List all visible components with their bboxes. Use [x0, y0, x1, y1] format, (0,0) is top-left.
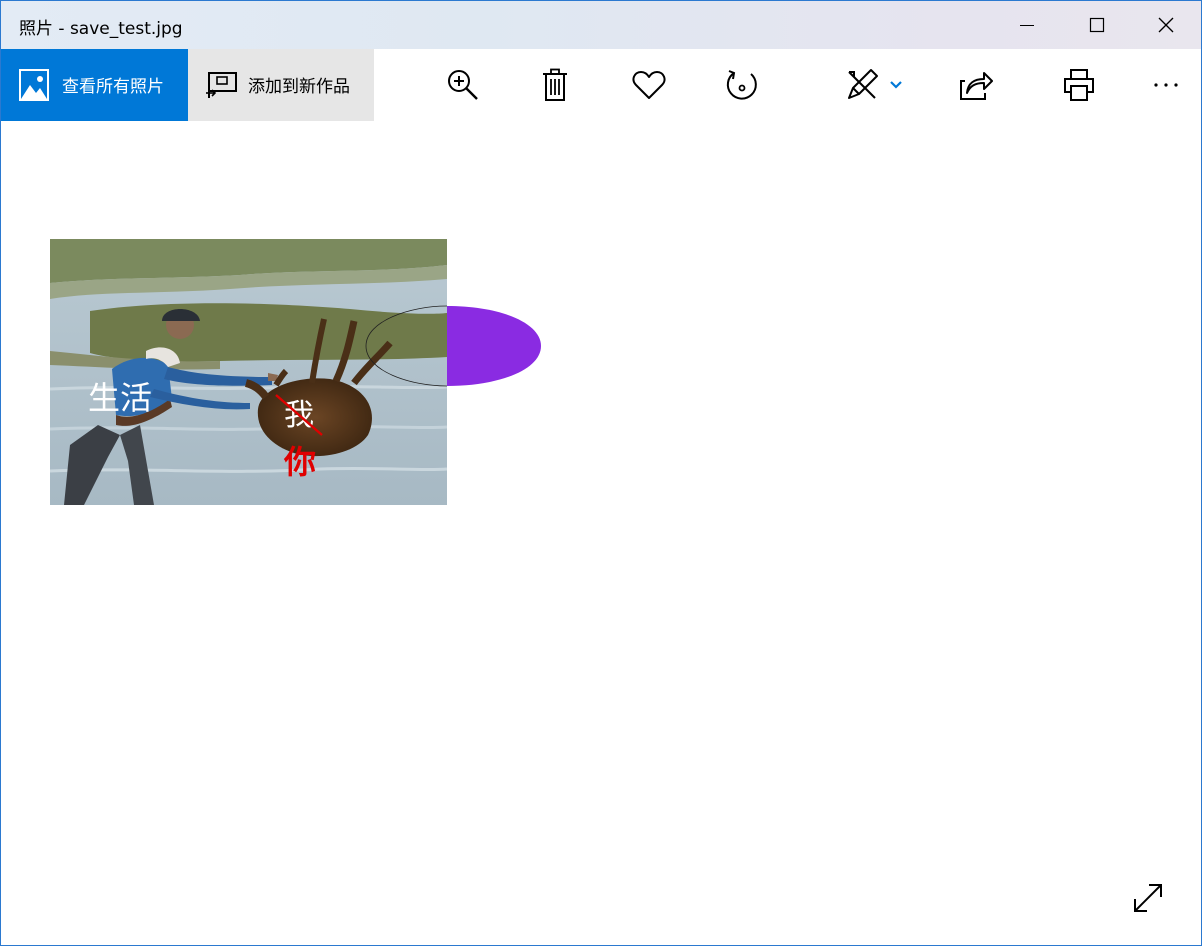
delete-button[interactable] — [533, 63, 577, 107]
add-to-creation-icon — [206, 72, 237, 98]
add-to-creation-button[interactable]: 添加到新作品 — [188, 49, 374, 121]
caption-life: 生活 — [88, 379, 152, 417]
rotate-button[interactable] — [720, 63, 764, 107]
caption-you: 你 — [283, 443, 316, 481]
photo-image: 生活 我 你 — [50, 239, 447, 505]
view-all-photos-label: 查看所有照片 — [62, 77, 164, 97]
meme-photo: 生活 我 你 — [50, 239, 447, 505]
share-icon — [960, 72, 993, 100]
maximize-icon — [1089, 17, 1105, 33]
title-bar: 照片 - save_test.jpg — [1, 1, 1201, 49]
maximize-button[interactable] — [1063, 1, 1131, 49]
more-options-button[interactable] — [1144, 63, 1188, 107]
command-bar: 查看所有照片 添加到新作品 — [1, 49, 1201, 121]
full-screen-button[interactable] — [1128, 878, 1168, 918]
edit-dropdown-button[interactable] — [883, 63, 909, 107]
favorite-button[interactable] — [627, 63, 671, 107]
chevron-down-icon — [890, 81, 902, 89]
photos-window: 照片 - save_test.jpg 查看所有照片 添加到新作品 生活 你 — [0, 0, 1202, 946]
edit-create-button[interactable] — [840, 63, 884, 107]
view-all-photos-button[interactable]: 查看所有照片 — [1, 49, 188, 121]
delete-icon — [543, 68, 567, 101]
zoom-button[interactable] — [441, 63, 485, 107]
more-icon — [1154, 83, 1178, 87]
minimize-icon — [1020, 25, 1034, 26]
photos-app-icon — [19, 69, 49, 101]
zoom-in-icon — [448, 70, 478, 100]
share-button[interactable] — [954, 63, 998, 107]
print-button[interactable] — [1057, 63, 1101, 107]
expand-icon — [1134, 884, 1162, 912]
rotate-icon — [726, 70, 757, 100]
favorite-icon — [632, 71, 666, 99]
add-to-creation-label: 添加到新作品 — [248, 77, 350, 97]
minimize-button[interactable] — [993, 1, 1061, 49]
edit-draw-icon — [848, 69, 878, 99]
close-button[interactable] — [1132, 1, 1200, 49]
window-title: 照片 - save_test.jpg — [19, 19, 183, 39]
print-icon — [1064, 69, 1094, 101]
close-icon — [1158, 17, 1174, 33]
